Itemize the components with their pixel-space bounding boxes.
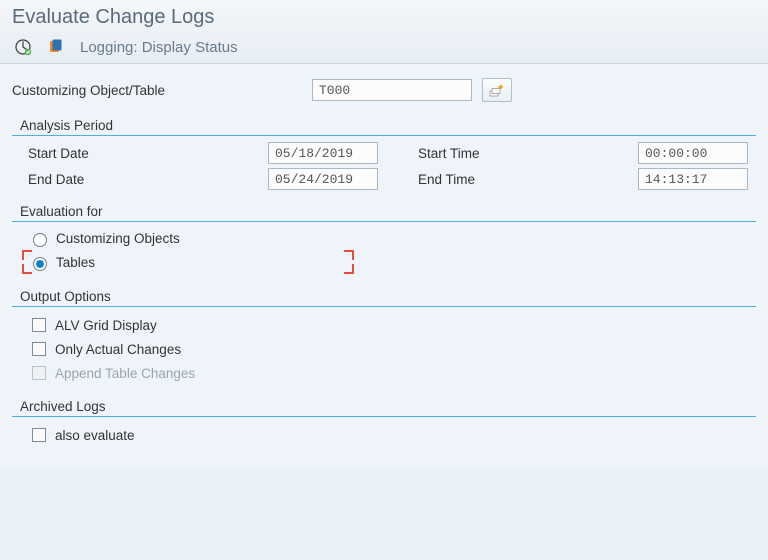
toolbar: Logging: Display Status (12, 33, 756, 61)
customizing-object-row: Customizing Object/Table (12, 70, 756, 114)
start-date-input[interactable] (268, 142, 378, 164)
separator (12, 416, 756, 417)
also-evaluate-checkbox[interactable] (32, 428, 46, 442)
evaluation-for-title: Evaluation for (12, 200, 756, 221)
append-table-label: Append Table Changes (55, 366, 195, 381)
also-evaluate-row[interactable]: also evaluate (12, 423, 756, 447)
content-area: Customizing Object/Table Analysis Period… (0, 64, 768, 469)
execute-icon[interactable] (12, 37, 34, 57)
end-date-input[interactable] (268, 168, 378, 190)
archived-logs-title: Archived Logs (12, 395, 756, 416)
evaluation-for-group: Evaluation for Customizing Objects Table… (12, 200, 756, 285)
also-evaluate-label: also evaluate (55, 428, 135, 443)
page-title: Evaluate Change Logs (12, 4, 756, 33)
separator (12, 135, 756, 136)
append-table-checkbox (32, 366, 46, 380)
end-time-input[interactable] (638, 168, 748, 190)
alv-grid-label: ALV Grid Display (55, 318, 157, 333)
toolbar-subtitle: Logging: Display Status (80, 39, 238, 56)
analysis-period-group: Analysis Period Start Date Start Time En… (12, 114, 756, 200)
multiple-selection-button[interactable] (482, 78, 512, 102)
radio-customizing-label: Customizing Objects (56, 231, 180, 246)
start-time-label: Start Time (418, 146, 638, 161)
customizing-object-input[interactable] (312, 79, 472, 101)
alv-grid-checkbox[interactable] (32, 318, 46, 332)
only-actual-row[interactable]: Only Actual Changes (12, 337, 756, 361)
separator (12, 306, 756, 307)
only-actual-label: Only Actual Changes (55, 342, 181, 357)
header: Evaluate Change Logs Logging: Display St… (0, 0, 768, 64)
customizing-object-label: Customizing Object/Table (12, 83, 312, 98)
radio-tables[interactable] (33, 257, 47, 271)
radio-customizing-objects[interactable] (33, 233, 47, 247)
start-date-label: Start Date (28, 146, 268, 161)
radio-customizing-row[interactable]: Customizing Objects (12, 228, 756, 249)
archived-logs-group: Archived Logs also evaluate (12, 395, 756, 457)
end-date-label: End Date (28, 172, 268, 187)
append-table-row: Append Table Changes (12, 361, 756, 385)
alv-grid-row[interactable]: ALV Grid Display (12, 313, 756, 337)
start-time-input[interactable] (638, 142, 748, 164)
analysis-period-title: Analysis Period (12, 114, 756, 135)
radio-tables-row[interactable]: Tables (12, 249, 756, 275)
output-options-title: Output Options (12, 285, 756, 306)
status-icon[interactable] (44, 37, 66, 57)
separator (12, 221, 756, 222)
radio-tables-label: Tables (56, 255, 95, 270)
end-time-label: End Time (418, 172, 638, 187)
only-actual-checkbox[interactable] (32, 342, 46, 356)
output-options-group: Output Options ALV Grid Display Only Act… (12, 285, 756, 395)
